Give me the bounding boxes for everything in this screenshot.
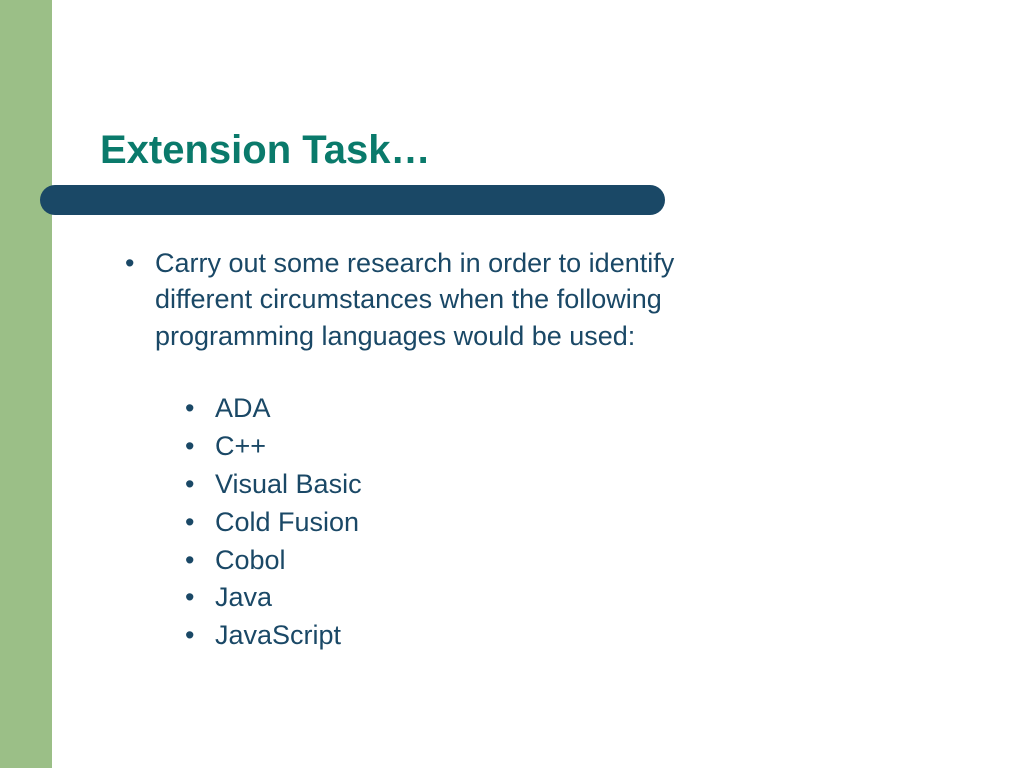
bullet-icon: • — [185, 428, 215, 466]
bullet-icon: • — [185, 579, 215, 617]
main-bullet-text: Carry out some research in order to iden… — [155, 245, 755, 354]
bullet-icon: • — [185, 617, 215, 655]
bullet-icon: • — [185, 466, 215, 504]
title-underline-bar — [40, 185, 665, 215]
list-item-text: Visual Basic — [215, 466, 362, 504]
main-bullet-item: • Carry out some research in order to id… — [125, 245, 755, 354]
list-item-text: Cold Fusion — [215, 504, 359, 542]
list-item: • C++ — [185, 428, 755, 466]
list-item-text: JavaScript — [215, 617, 341, 655]
list-item: • Java — [185, 579, 755, 617]
list-item: • Visual Basic — [185, 466, 755, 504]
sub-bullet-list: • ADA • C++ • Visual Basic • Cold Fusion… — [185, 390, 755, 655]
list-item-text: Java — [215, 579, 272, 617]
slide-title: Extension Task… — [100, 128, 430, 173]
bullet-icon: • — [125, 245, 155, 354]
bullet-icon: • — [185, 504, 215, 542]
bullet-icon: • — [185, 390, 215, 428]
list-item-text: ADA — [215, 390, 271, 428]
list-item: • Cobol — [185, 542, 755, 580]
slide-content: • Carry out some research in order to id… — [125, 245, 755, 655]
list-item: • Cold Fusion — [185, 504, 755, 542]
sidebar-decoration — [0, 0, 52, 768]
list-item-text: C++ — [215, 428, 266, 466]
list-item: • JavaScript — [185, 617, 755, 655]
list-item-text: Cobol — [215, 542, 286, 580]
list-item: • ADA — [185, 390, 755, 428]
bullet-icon: • — [185, 542, 215, 580]
